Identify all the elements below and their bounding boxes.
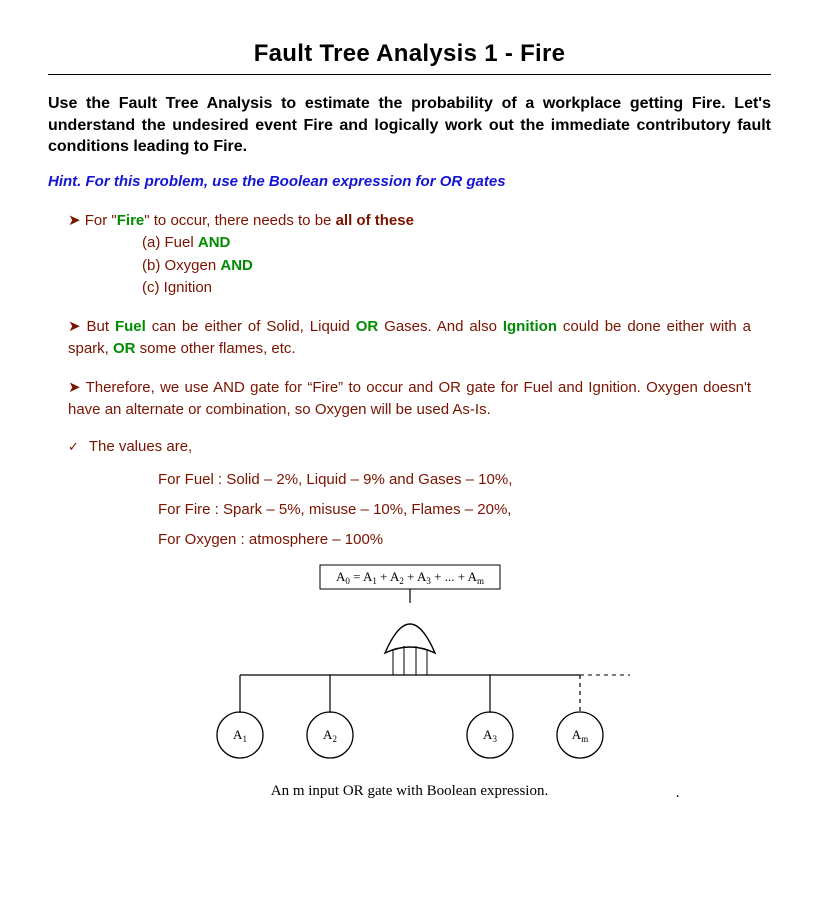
p2-ign: Ignition — [503, 318, 557, 335]
p2-or1: OR — [356, 318, 379, 335]
or-gate-svg: A0 = A1 + A2 + A3 + ... + Am A1 A2 A3 Am — [180, 563, 640, 773]
values-oxygen: For Oxygen : atmosphere – 100% — [158, 525, 751, 555]
p2-tail: some other flames, etc. — [136, 340, 296, 357]
p2-mid2: Gases. And also — [378, 318, 503, 335]
values-fire: For Fire : Spark – 5%, misuse – 10%, Fla… — [158, 495, 751, 525]
label-a2: A2 — [323, 727, 337, 744]
diagram-caption: An m input OR gate with Boolean expressi… — [180, 783, 640, 800]
bullet-arrow-icon: ➤ — [68, 379, 81, 396]
p1-fire: Fire — [117, 212, 145, 229]
caption-dot: . — [676, 785, 680, 802]
p1-post: to occur, there needs to be — [150, 212, 336, 229]
p1-bold: all of these — [336, 212, 414, 229]
label-a3: A3 — [483, 727, 497, 744]
p1-pre: For — [81, 212, 112, 229]
p2-pre: But — [81, 318, 115, 335]
p2-mid1: can be either of Solid, Liquid — [146, 318, 356, 335]
p1-a-and: AND — [198, 234, 231, 251]
p1-a-pre: (a) Fuel — [142, 234, 198, 251]
label-am: Am — [571, 727, 587, 744]
p2-or2: OR — [113, 340, 136, 357]
p3-text: Therefore, we use AND gate for “Fire” to… — [68, 379, 751, 419]
values-list: For Fuel : Solid – 2%, Liquid – 9% and G… — [158, 465, 751, 555]
p1-b-pre: (b) Oxygen — [142, 257, 220, 274]
or-gate-icon — [385, 624, 435, 653]
values-title-text: The values are, — [89, 438, 192, 455]
page-title: Fault Tree Analysis 1 - Fire — [48, 40, 771, 68]
or-gate-diagram: A0 = A1 + A2 + A3 + ... + Am A1 A2 A3 Am… — [180, 563, 640, 800]
fuel-ignition-block: ➤ But Fuel can be either of Solid, Liqui… — [68, 316, 751, 361]
values-title: The values are, — [68, 438, 751, 455]
gate-choice-block: ➤ Therefore, we use AND gate for “Fire” … — [68, 377, 751, 422]
equation-text: A0 = A1 + A2 + A3 + ... + Am — [335, 569, 483, 586]
values-fuel: For Fuel : Solid – 2%, Liquid – 9% and G… — [158, 465, 751, 495]
p2-fuel: Fuel — [115, 318, 146, 335]
bullet-arrow-icon: ➤ — [68, 318, 81, 335]
hint-text: Hint. For this problem, use the Boolean … — [48, 173, 771, 190]
requirement-sublist: (a) Fuel AND (b) Oxygen AND (c) Ignition — [142, 232, 751, 300]
title-divider — [48, 74, 771, 75]
requirement-block: ➤ For "Fire" to occur, there needs to be… — [68, 210, 751, 300]
bullet-arrow-icon: ➤ — [68, 212, 81, 229]
p1-b-and: AND — [220, 257, 253, 274]
label-a1: A1 — [233, 727, 247, 744]
p1-c: (c) Ignition — [142, 279, 212, 296]
intro-paragraph: Use the Fault Tree Analysis to estimate … — [48, 93, 771, 158]
